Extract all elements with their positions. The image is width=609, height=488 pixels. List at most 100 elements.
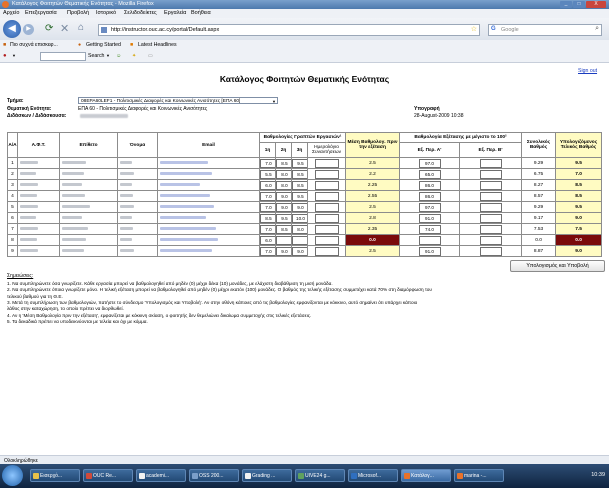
- start-button[interactable]: [2, 465, 23, 486]
- assignment-2-input[interactable]: 8.0: [276, 180, 291, 190]
- email-redacted[interactable]: [160, 226, 216, 230]
- email-redacted[interactable]: [160, 204, 214, 208]
- assignment-3-input[interactable]: 9.5: [292, 158, 307, 168]
- exam-b-input[interactable]: [479, 180, 502, 190]
- addon-smiley-icon[interactable]: ☺: [116, 53, 121, 59]
- email-redacted[interactable]: [160, 160, 208, 164]
- email-redacted[interactable]: [160, 182, 200, 186]
- assignment-2-input[interactable]: [276, 235, 291, 245]
- home-icon[interactable]: ⌂: [78, 22, 84, 33]
- assignment-1-input[interactable]: 7.0: [260, 158, 275, 168]
- exam-a-input[interactable]: 97.0: [418, 202, 441, 212]
- assignment-2-input[interactable]: 9.0: [276, 191, 291, 201]
- url-bar[interactable]: http://instructor.ouc.ac.cy/portal/Defau…: [98, 24, 480, 36]
- assignment-1-input[interactable]: 7.0: [260, 224, 275, 234]
- exam-b-input[interactable]: [479, 191, 502, 201]
- exam-a-input[interactable]: 86.0: [418, 191, 441, 201]
- assignment-1-input[interactable]: 6.0: [260, 235, 275, 245]
- taskbar-item[interactable]: Microsof...: [348, 469, 398, 482]
- search-dropdown-icon[interactable]: ▼: [106, 53, 110, 58]
- email-redacted[interactable]: [160, 171, 212, 175]
- assignment-1-input[interactable]: 7.0: [260, 191, 275, 201]
- toolbar-search-input[interactable]: [40, 52, 86, 61]
- addon-page-icon[interactable]: ▭: [148, 53, 153, 59]
- assignment-2-input[interactable]: 9.5: [276, 213, 291, 223]
- diary-input[interactable]: [314, 224, 339, 234]
- assignment-3-input[interactable]: 8.5: [292, 180, 307, 190]
- menu-edit[interactable]: Επεξεργασία: [25, 10, 57, 16]
- diary-input[interactable]: [314, 169, 339, 179]
- email-redacted[interactable]: [160, 193, 210, 197]
- taskbar-item[interactable]: OUC Re...: [83, 469, 133, 482]
- bookmark-getting-started[interactable]: Getting Started: [86, 42, 121, 48]
- exam-b-input[interactable]: [479, 169, 502, 179]
- taskbar-item[interactable]: Εισερχό...: [30, 469, 80, 482]
- assignment-3-input[interactable]: 8.0: [292, 224, 307, 234]
- diary-input[interactable]: [314, 246, 339, 256]
- taskbar-item[interactable]: Grading ...: [242, 469, 292, 482]
- assignment-1-input[interactable]: 6.0: [260, 180, 275, 190]
- maximize-button[interactable]: □: [573, 1, 585, 8]
- exam-a-input[interactable]: 65.0: [418, 169, 441, 179]
- diary-input[interactable]: [314, 213, 339, 223]
- exam-b-input[interactable]: [479, 202, 502, 212]
- taskbar-item[interactable]: marina -...: [454, 469, 504, 482]
- assignment-1-input[interactable]: 7.0: [260, 246, 275, 256]
- taskbar-item[interactable]: academi...: [136, 469, 186, 482]
- menu-bookmarks[interactable]: Σελιδοδείκτες: [124, 10, 157, 16]
- diary-input[interactable]: [314, 158, 339, 168]
- diary-input[interactable]: [314, 191, 339, 201]
- email-redacted[interactable]: [160, 248, 212, 252]
- assignment-1-input[interactable]: 5.5: [260, 169, 275, 179]
- exam-a-input[interactable]: 97.0: [418, 158, 441, 168]
- back-button[interactable]: ◀: [3, 20, 21, 38]
- email-redacted[interactable]: [160, 215, 206, 219]
- menu-help[interactable]: Βοήθεια: [191, 10, 211, 16]
- addon-stars-icon[interactable]: ✦: [132, 53, 136, 59]
- dropdown-arrow-icon[interactable]: ▼: [12, 53, 16, 58]
- bookmark-latest-headlines[interactable]: Latest Headlines: [138, 42, 177, 48]
- diary-input[interactable]: [314, 202, 339, 212]
- assignment-3-input[interactable]: 8.5: [292, 169, 307, 179]
- assignment-3-input[interactable]: [292, 235, 307, 245]
- exam-b-input[interactable]: [479, 213, 502, 223]
- exam-b-input[interactable]: [479, 158, 502, 168]
- minimize-button[interactable]: _: [560, 1, 572, 8]
- exam-a-input[interactable]: 91.0: [418, 246, 441, 256]
- exam-b-input[interactable]: [479, 224, 502, 234]
- menu-tools[interactable]: Εργαλεία: [164, 10, 186, 16]
- taskbar-item[interactable]: OSS 200...: [189, 469, 239, 482]
- assignment-3-input[interactable]: 9.5: [292, 191, 307, 201]
- addon-icon[interactable]: ●: [3, 53, 7, 59]
- exam-b-input[interactable]: [479, 246, 502, 256]
- calculate-submit-button[interactable]: Υπολογισμός και Υποβολή: [510, 260, 605, 272]
- exam-a-input[interactable]: 74.0: [418, 224, 441, 234]
- assignment-1-input[interactable]: 8.5: [260, 213, 275, 223]
- assignment-3-input[interactable]: 9.0: [292, 246, 307, 256]
- exam-a-input[interactable]: 91.0: [418, 213, 441, 223]
- tmima-select[interactable]: 08EPA60LEF1 - Πολιτισμικές Διαφορές και …: [78, 97, 278, 104]
- diary-input[interactable]: [314, 235, 339, 245]
- assignment-2-input[interactable]: 9.0: [276, 202, 291, 212]
- menu-file[interactable]: Αρχείο: [3, 10, 19, 16]
- assignment-3-input[interactable]: 10.0: [292, 213, 307, 223]
- web-search-input[interactable]: G Google ⌕: [488, 24, 602, 36]
- diary-input[interactable]: [314, 180, 339, 190]
- assignment-2-input[interactable]: 8.5: [276, 158, 291, 168]
- taskbar-item[interactable]: Κατάλογ...: [401, 469, 451, 482]
- assignment-2-input[interactable]: 8.5: [276, 224, 291, 234]
- forward-button[interactable]: ▶: [23, 24, 34, 35]
- close-button[interactable]: X: [586, 1, 606, 8]
- reload-icon[interactable]: ⟳: [45, 23, 53, 34]
- email-redacted[interactable]: [160, 237, 218, 241]
- assignment-2-input[interactable]: 8.0: [276, 169, 291, 179]
- assignment-1-input[interactable]: 7.0: [260, 202, 275, 212]
- stop-icon[interactable]: ✕: [60, 22, 69, 35]
- search-icon[interactable]: ⌕: [595, 25, 599, 33]
- exam-a-input[interactable]: 86.0: [418, 180, 441, 190]
- exam-a-input[interactable]: [418, 235, 441, 245]
- assignment-2-input[interactable]: 9.0: [276, 246, 291, 256]
- toolbar-search-label[interactable]: Search: [88, 53, 104, 59]
- assignment-3-input[interactable]: 9.0: [292, 202, 307, 212]
- taskbar-item[interactable]: UIVE24 g...: [295, 469, 345, 482]
